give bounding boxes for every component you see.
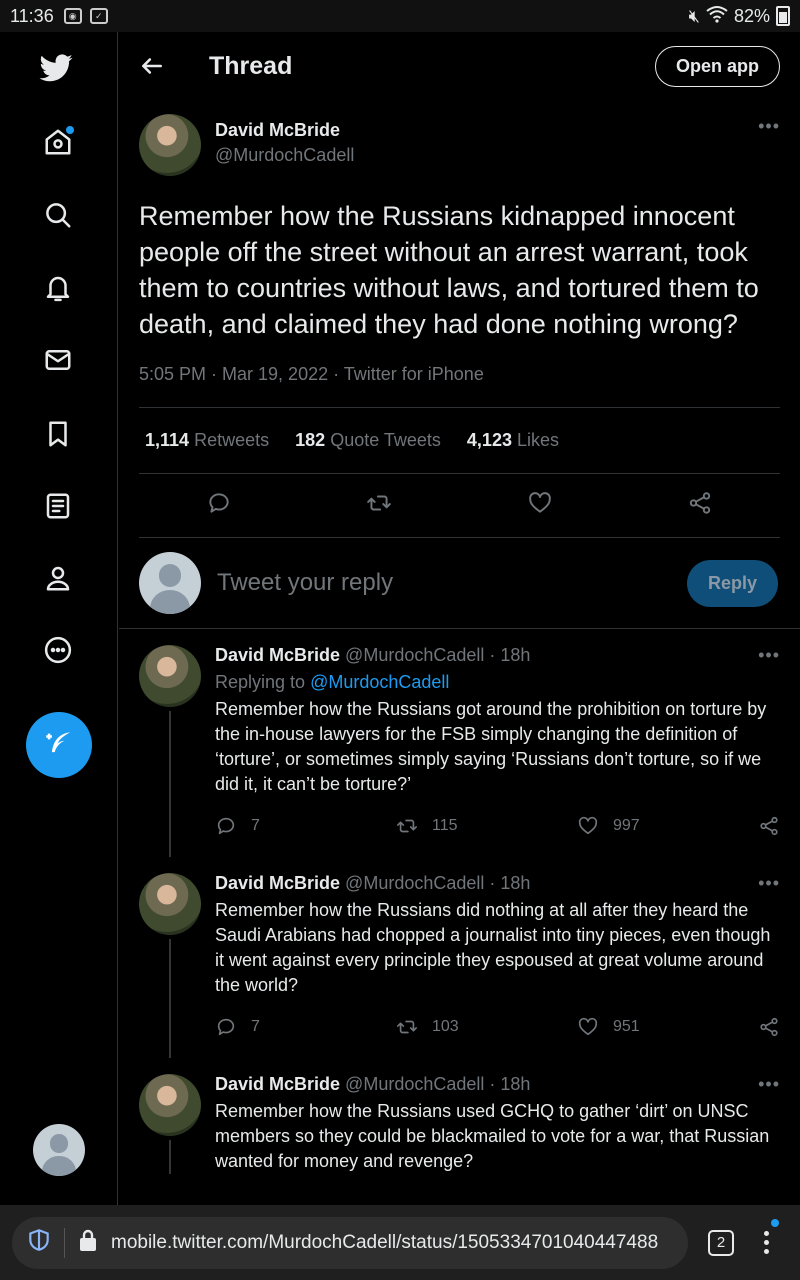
menu-notification-dot [771,1219,779,1227]
reply-actions: 7 115 997 [215,815,780,857]
reply-author-name[interactable]: David McBride [215,645,340,666]
more-options-icon[interactable]: ••• [758,1074,780,1095]
reply-tweet[interactable]: David McBride @MurdochCadell · 18h ••• R… [119,857,800,1058]
battery-percent: 82% [733,5,770,26]
back-arrow-icon[interactable] [139,53,165,79]
reply-tweet[interactable]: David McBride @MurdochCadell · 18h ••• R… [119,1058,800,1174]
lists-icon[interactable] [40,488,76,524]
thread-connector-line [169,939,171,1058]
share-icon[interactable] [687,490,713,521]
reply-input[interactable]: Tweet your reply [217,569,393,597]
reply-icon [217,1018,235,1036]
like-heart-icon[interactable] [527,490,553,521]
reply-icon[interactable] [206,490,232,521]
retweet-icon [397,819,417,833]
composer-avatar [139,552,201,614]
account-avatar[interactable] [33,1124,85,1176]
reply-count-button[interactable]: 7 [215,1016,375,1038]
more-circle-icon[interactable] [40,632,76,668]
reply-text: Remember how the Russians got around the… [215,699,767,794]
retweet-icon [397,1020,417,1034]
home-notification-dot [66,126,74,134]
reply-composer: Tweet your reply Reply [119,538,800,629]
reply-author-name[interactable]: David McBride [215,873,340,894]
more-options-icon[interactable]: ••• [758,645,780,666]
url-text[interactable]: mobile.twitter.com/MurdochCadell/status/… [111,1232,658,1254]
twitter-logo-icon[interactable] [38,50,74,86]
reply-author-avatar[interactable] [139,1074,201,1136]
tweet-timestamp[interactable]: 5:05 PM · Mar 19, 2022 · Twitter for iPh… [139,364,780,408]
browser-toolbar: mobile.twitter.com/MurdochCadell/status/… [0,1205,800,1280]
likes-stat[interactable]: 4,123 Likes [467,430,559,451]
reply-author-handle: @MurdochCadell · 18h [345,1074,531,1094]
address-bar[interactable]: mobile.twitter.com/MurdochCadell/status/… [12,1216,688,1269]
reply-button[interactable]: Reply [686,559,778,607]
status-time: 11:36 [10,5,54,26]
reply-count-button[interactable]: 7 [215,815,375,837]
author-name[interactable]: David McBride [215,120,354,141]
tweet-actions [139,474,780,538]
reply-author-handle: @MurdochCadell · 18h [345,645,531,665]
more-options-icon[interactable]: ••• [758,873,780,894]
reply-author-name[interactable]: David McBride [215,1074,340,1095]
retweets-stat[interactable]: 1,114 Retweets [145,430,269,451]
replying-to: Replying to @MurdochCadell [215,672,450,692]
more-options-icon[interactable]: ••• [758,116,780,137]
retweet-icon[interactable] [366,490,392,521]
thread-connector-line [169,711,171,857]
tweet-stats: 1,114 Retweets 182 Quote Tweets 4,123 Li… [139,408,780,474]
like-count-button[interactable]: 997 [577,815,737,837]
main-tweet: David McBride @MurdochCadell ••• Remembe… [119,100,800,629]
replying-to-link[interactable]: @MurdochCadell [310,672,449,692]
like-count-button[interactable]: 951 [577,1016,737,1038]
reply-author-avatar[interactable] [139,873,201,935]
messages-mail-icon[interactable] [40,342,76,378]
page-title: Thread [209,51,293,80]
bookmarks-icon[interactable] [40,416,76,452]
share-icon[interactable] [758,1016,780,1038]
feather-plus-icon [46,732,71,753]
retweet-count-button[interactable]: 103 [396,1016,556,1038]
mute-icon: 🔇︎ [688,5,700,26]
quote-tweets-stat[interactable]: 182 Quote Tweets [295,430,441,451]
browser-menu-icon[interactable] [764,1219,779,1256]
notifications-bell-icon[interactable] [40,270,76,306]
open-app-button[interactable]: Open app [654,45,780,87]
check-icon: ✓ [89,8,108,24]
reply-author-avatar[interactable] [139,645,201,707]
status-bar: 11:36 ◉ ✓ 🔇︎ 82% [0,0,800,32]
author-handle[interactable]: @MurdochCadell [215,145,354,166]
sidebar [0,32,118,1205]
home-icon[interactable] [40,124,76,160]
tweet-text: Remember how the Russians kidnapped inno… [139,201,759,339]
battery-icon [776,6,790,26]
like-heart-icon [578,816,598,835]
reply-actions: 7 103 951 [215,1016,780,1058]
search-icon[interactable] [40,197,76,233]
reply-text: Remember how the Russians used GCHQ to g… [215,1101,770,1171]
author-avatar[interactable] [139,114,201,176]
lock-icon [77,1228,99,1257]
retweet-count-button[interactable]: 115 [396,815,556,837]
reply-text: Remember how the Russians did nothing at… [215,900,771,995]
reply-author-handle: @MurdochCadell · 18h [345,873,531,893]
thread-connector-line [169,1140,171,1174]
like-heart-icon [578,1017,598,1036]
thread-header: Thread Open app [119,32,800,100]
wifi-icon [706,5,728,28]
compose-tweet-button[interactable] [26,712,92,778]
reply-icon [217,817,235,835]
shield-icon[interactable] [26,1227,52,1258]
tab-switcher-button[interactable]: 2 [708,1229,734,1256]
address-divider [64,1227,65,1258]
profile-icon[interactable] [40,560,76,596]
screenshot-icon: ◉ [63,8,82,24]
reply-tweet[interactable]: David McBride @MurdochCadell · 18h ••• R… [119,629,800,857]
share-icon[interactable] [758,815,780,837]
thread-column: Thread Open app David McBride @MurdochCa… [119,32,800,1205]
